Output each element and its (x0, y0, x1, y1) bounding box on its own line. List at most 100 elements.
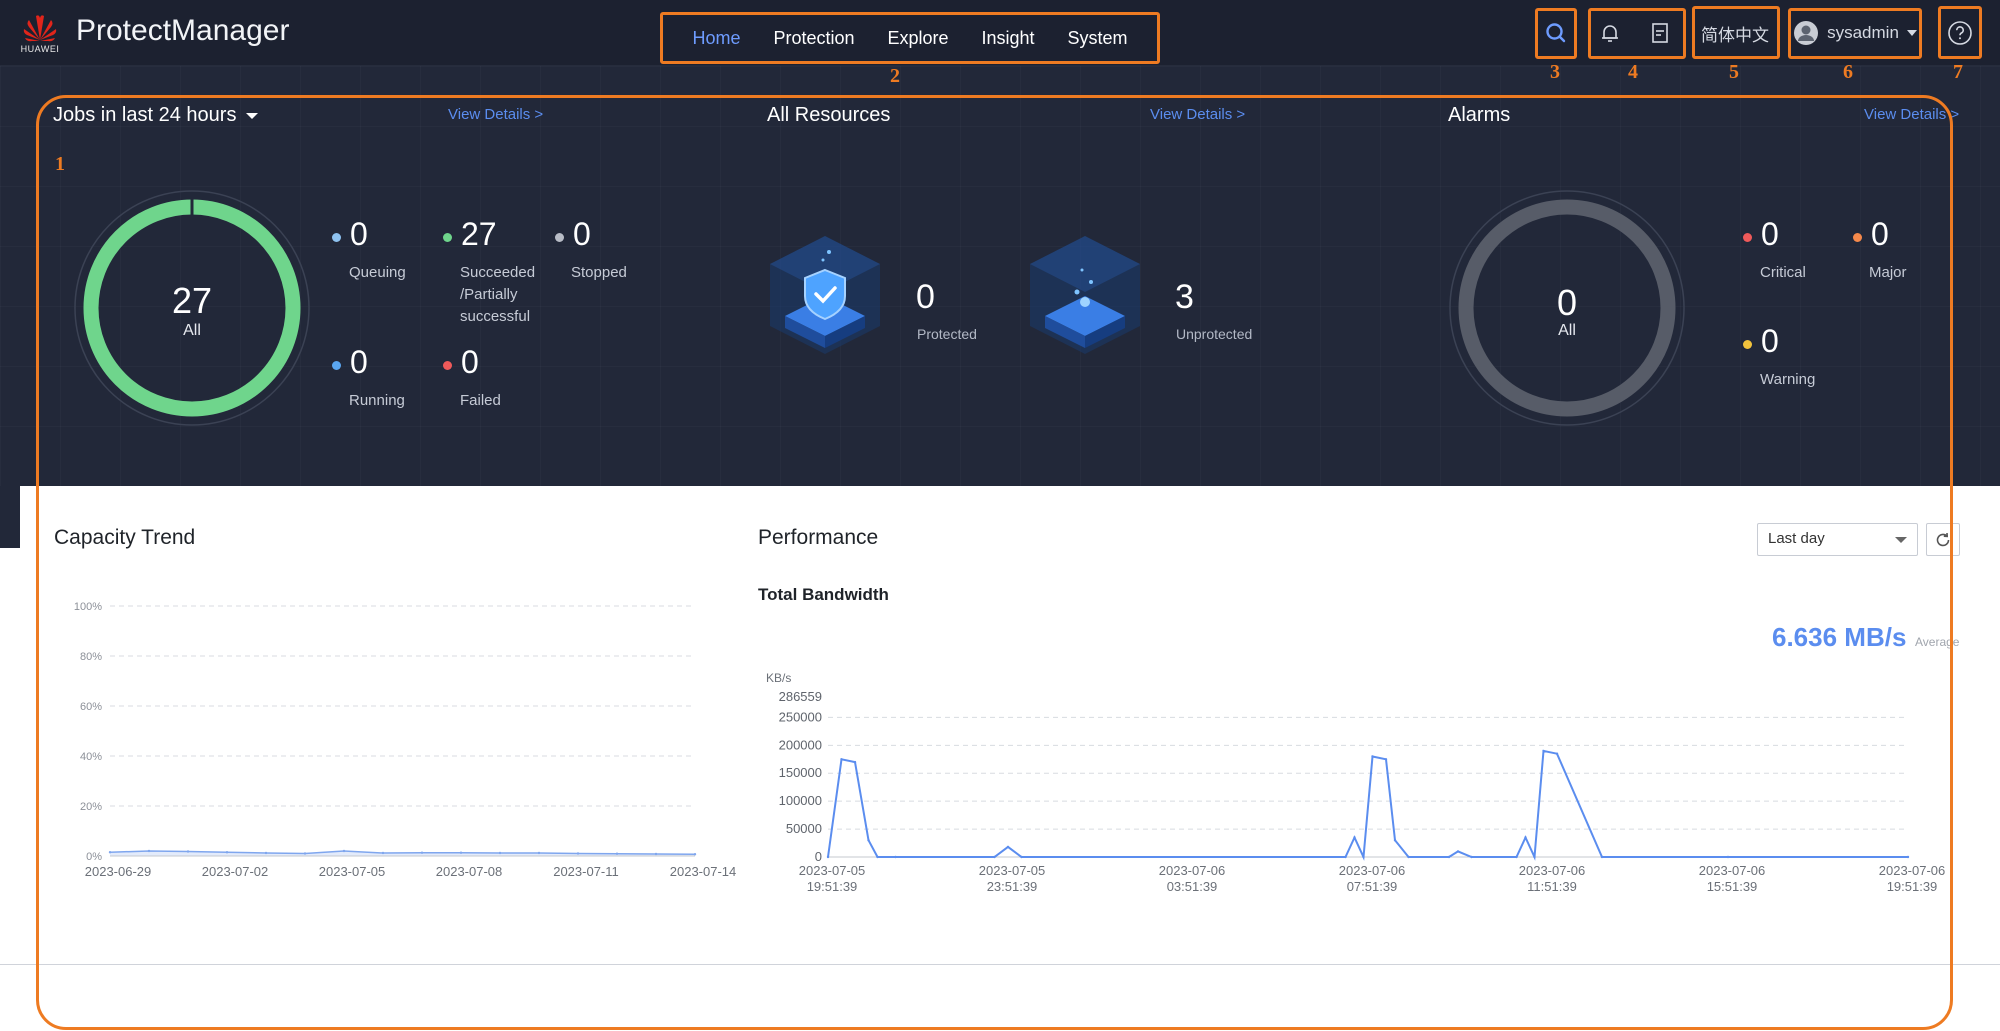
annotation-label-7: 7 (1953, 61, 1963, 83)
capacity-point (303, 852, 307, 855)
caret-down-icon (246, 112, 259, 119)
user-avatar-icon (1794, 21, 1819, 45)
protected-label: Protected (917, 326, 977, 342)
critical-count: 0 (1761, 216, 1779, 252)
bandwidth-point (1542, 749, 1545, 753)
bell-icon (1602, 25, 1618, 42)
notifications-button[interactable] (1590, 8, 1630, 58)
help-button[interactable] (1938, 8, 1982, 58)
y-tick-label: 100% (74, 601, 102, 613)
stopped-dot (555, 233, 564, 242)
running-dot (332, 361, 341, 370)
nav-item-insight[interactable]: Insight (981, 28, 1034, 49)
jobs-view-details-link[interactable]: View Details > (448, 106, 543, 123)
failed-label: Failed (460, 392, 501, 409)
bandwidth-point (993, 855, 996, 859)
language-switch[interactable]: 简体中文 (1694, 8, 1776, 58)
capacity-point (186, 850, 190, 853)
y-tick-label: 286559 (779, 689, 822, 704)
x-tick-label: 2023-07-05 (319, 864, 386, 879)
bandwidth-point (1533, 855, 1536, 859)
y-tick-label: 0% (86, 851, 102, 863)
capacity-point (615, 852, 619, 855)
average-bandwidth-label: Average (1915, 635, 1960, 649)
alarms-view-details-link[interactable]: View Details > (1864, 106, 1959, 123)
annotation-label-2: 2 (890, 65, 900, 87)
capacity-point (381, 851, 385, 855)
x-tick-time: 07:51:39 (1347, 879, 1398, 894)
y-tick-label: 100000 (779, 793, 822, 808)
period-select-value: Last day (1768, 530, 1825, 547)
nav-item-system[interactable]: System (1068, 28, 1128, 49)
stopped-label: Stopped (571, 264, 627, 281)
warning-count: 0 (1761, 323, 1779, 359)
task-list-icon (1652, 23, 1668, 43)
x-tick-date: 2023-07-06 (1519, 863, 1586, 878)
y-tick-label: 150000 (779, 765, 822, 780)
brand-name: HUAWEI (20, 44, 60, 54)
running-label: Running (349, 392, 405, 409)
caret-down-icon (1906, 30, 1917, 36)
caret-down-icon (1895, 537, 1907, 543)
protected-shield-icon (770, 236, 880, 354)
bandwidth-point (826, 855, 830, 859)
y-tick-label: 80% (80, 651, 102, 663)
y-tick-label: 40% (80, 751, 102, 763)
running-count: 0 (350, 344, 368, 380)
x-tick-date: 2023-07-06 (1159, 863, 1226, 878)
alarms-title: Alarms (1448, 104, 1511, 126)
capacity-point (225, 851, 229, 854)
bandwidth-point (1524, 836, 1527, 839)
x-tick-date: 2023-07-06 (1339, 863, 1406, 878)
user-menu[interactable]: sysadmin (1790, 8, 1920, 58)
failed-count: 0 (461, 344, 479, 380)
search-button[interactable] (1536, 8, 1576, 58)
bandwidth-point (1515, 855, 1518, 859)
stopped-count: 0 (573, 216, 591, 252)
annotation-label-4: 4 (1628, 61, 1638, 83)
x-tick-label: 2023-07-14 (670, 864, 737, 879)
jobs-title: Jobs in last 24 hours (53, 104, 237, 126)
bandwidth-line (827, 749, 1908, 861)
x-tick-time: 11:51:39 (1527, 879, 1577, 894)
critical-label: Critical (1760, 264, 1806, 281)
bandwidth-point (876, 855, 879, 859)
nav-item-home[interactable]: Home (692, 28, 740, 49)
x-tick-label: 2023-07-02 (202, 864, 269, 879)
top-bar: HUAWEI ProtectManager Home Protection Ex… (0, 0, 2000, 66)
jobs-period-dropdown[interactable]: Jobs in last 24 hours (53, 104, 259, 127)
capacity-title: Capacity Trend (54, 526, 196, 549)
capacity-trend-chart: 100% 80% 60% 40% 20% 0%2023-06-29 2023-07-02 20… (74, 601, 737, 879)
warning-dot (1743, 340, 1752, 349)
annotation-label-1: 1 (55, 153, 65, 175)
bandwidth-point (894, 855, 897, 859)
succeeded-label: Succeeded /Partially successful (460, 262, 535, 328)
period-select[interactable]: Last day (1757, 523, 1918, 556)
failed-dot (443, 361, 452, 370)
user-name: sysadmin (1827, 23, 1899, 42)
capacity-point (342, 849, 346, 853)
unprotected-label: Unprotected (1176, 326, 1253, 342)
y-axis-unit: KB/s (766, 671, 791, 685)
jobs-total: 27 (171, 280, 213, 321)
bandwidth-point (1555, 752, 1559, 755)
critical-dot (1743, 233, 1752, 242)
nav-item-explore[interactable]: Explore (887, 28, 948, 49)
bandwidth-point (1006, 845, 1010, 849)
resources-view-details-link[interactable]: View Details > (1150, 106, 1245, 123)
bandwidth-point (1393, 839, 1397, 842)
succeeded-label-line: /Partially (460, 286, 518, 303)
x-tick-label: 2023-07-08 (436, 864, 503, 879)
queuing-label: Queuing (349, 264, 406, 281)
alarms-total: 0 (1556, 282, 1578, 323)
x-tick-date: 2023-07-06 (1699, 863, 1766, 878)
refresh-button[interactable] (1926, 523, 1960, 556)
unprotected-resource-icon (1030, 236, 1140, 354)
performance-title: Performance (758, 526, 879, 549)
annotation-label-5: 5 (1729, 61, 1739, 83)
nav-item-protection[interactable]: Protection (773, 28, 854, 49)
tasks-button[interactable] (1640, 8, 1680, 58)
y-tick-label: 50000 (786, 821, 822, 836)
bandwidth-point (1344, 855, 1347, 859)
annotation-label-6: 6 (1843, 61, 1853, 83)
